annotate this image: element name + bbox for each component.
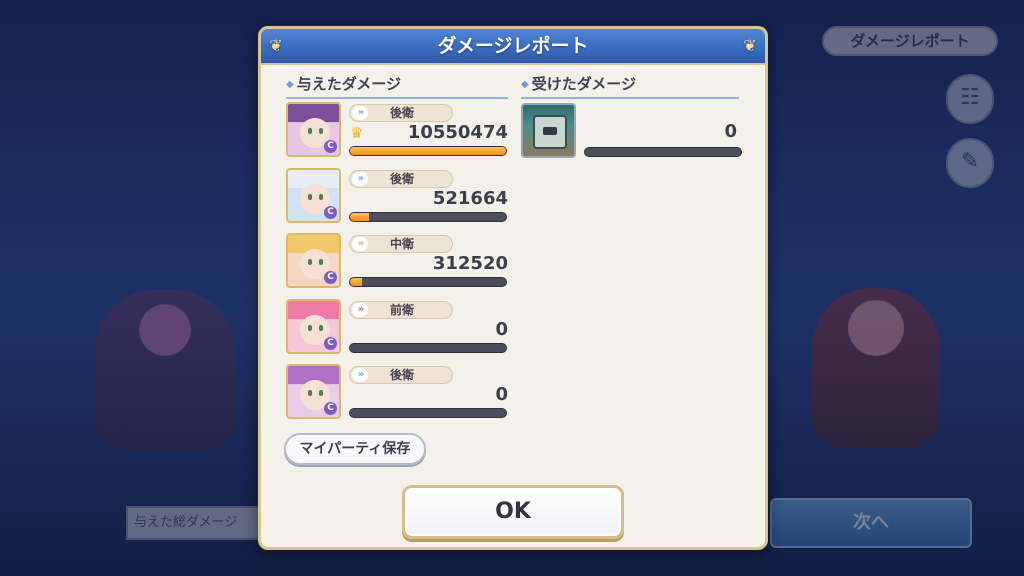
rank-badge-icon: C — [324, 402, 337, 415]
taken-damage-title-text: 受けたダメージ — [531, 75, 636, 93]
my-party-save-button[interactable]: マイパーティ保存 — [284, 433, 426, 465]
character-portrait: C — [286, 233, 341, 288]
rank-badge-icon: C — [324, 205, 337, 219]
dealt-damage-row: C » 中衛 312520 — [286, 233, 510, 291]
character-eye — [319, 324, 323, 331]
dealt-damage-value: 0 — [495, 318, 508, 340]
ornament-icon: ❦ — [743, 36, 757, 55]
damage-bar-fill — [350, 212, 369, 221]
chevron-right-icon: » — [352, 106, 368, 120]
position-badge: » 前衛 — [349, 300, 453, 319]
taken-damage-section-title: ◆ 受けたダメージ — [521, 73, 739, 99]
dealt-damage-value: 0 — [495, 384, 508, 405]
character-portrait: C — [286, 167, 341, 223]
position-badge: » 中衛 — [349, 235, 453, 253]
crown-icon: ♛ — [350, 124, 364, 142]
dealt-damage-value: 312520 — [432, 253, 508, 274]
rank-badge-icon: C — [324, 336, 337, 350]
character-eye — [308, 390, 312, 396]
chevron-right-icon: » — [352, 368, 368, 382]
dealt-damage-value: 10550474 — [407, 122, 508, 143]
diamond-icon: ◆ — [521, 79, 529, 90]
position-badge: » 後衛 — [349, 366, 453, 384]
character-eye — [319, 128, 323, 134]
position-label: 中衛 — [390, 237, 415, 251]
enemy-portrait — [521, 103, 576, 158]
dialog-title: ダメージレポート — [437, 35, 589, 57]
ornament-icon: ❦ — [269, 36, 283, 55]
chevron-right-icon: » — [352, 302, 368, 317]
position-badge: » 後衛 — [349, 169, 453, 188]
damage-bar — [349, 211, 507, 222]
damage-bar — [349, 408, 507, 418]
rank-badge-icon: C — [324, 140, 337, 153]
chevron-right-icon: » — [352, 171, 368, 186]
character-portrait: C — [286, 364, 341, 419]
position-label: 後衛 — [390, 106, 415, 120]
character-eye — [319, 390, 323, 396]
character-eye — [319, 193, 323, 200]
dealt-damage-row: C » 後衛 0 — [286, 364, 510, 422]
taken-damage-value: 0 — [724, 121, 737, 142]
damage-bar-fill — [350, 278, 363, 286]
character-eye — [308, 259, 312, 265]
chevron-right-icon: » — [352, 237, 368, 251]
damage-bar — [349, 146, 507, 156]
character-eye — [308, 324, 312, 331]
dialog-header: ❦ ダメージレポート ❦ — [261, 29, 765, 65]
diamond-icon: ◆ — [286, 79, 294, 90]
rank-badge-icon: C — [324, 271, 337, 284]
dealt-damage-section-title: ◆ 与えたダメージ — [286, 73, 508, 99]
character-eye — [319, 259, 323, 265]
dealt-damage-row: C » 前衛 0 — [286, 298, 510, 357]
ok-button[interactable]: OK — [402, 485, 624, 539]
position-badge: » 後衛 — [349, 104, 453, 122]
dealt-damage-row: C » 後衛 521664 — [286, 167, 510, 226]
character-portrait: C — [286, 102, 341, 157]
dealt-damage-row: C » 後衛 ♛ 10550474 — [286, 102, 510, 160]
character-portrait: C — [286, 298, 341, 354]
character-eye — [308, 193, 312, 200]
dealt-damage-value: 521664 — [432, 187, 508, 209]
enemy-mech-icon — [533, 115, 567, 149]
position-label: 後衛 — [390, 368, 415, 382]
damage-bar — [349, 342, 507, 353]
taken-damage-bar — [584, 147, 742, 157]
dealt-damage-title-text: 与えたダメージ — [296, 75, 401, 93]
damage-bar-fill — [350, 147, 506, 155]
taken-damage-row: 0 — [521, 103, 743, 161]
damage-report-dialog: ❦ ダメージレポート ❦ ◆ 与えたダメージ ◆ 受けたダメージ C» 後衛 ♛ 1055… — [258, 26, 768, 550]
position-label: 後衛 — [390, 171, 415, 186]
character-eye — [308, 128, 312, 134]
damage-bar — [349, 277, 507, 287]
position-label: 前衛 — [390, 302, 415, 317]
